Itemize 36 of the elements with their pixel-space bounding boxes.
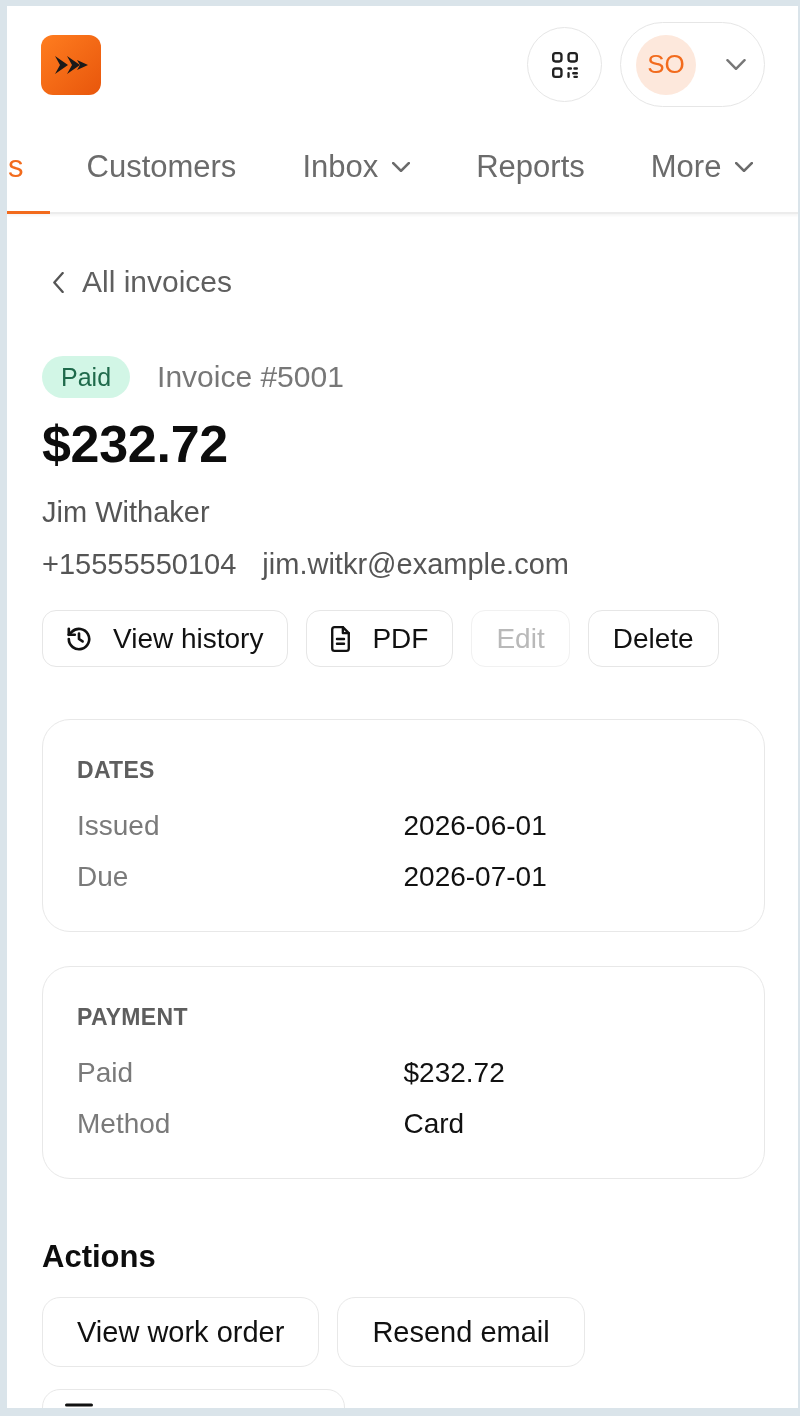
nav-tab[interactable]: Inbox bbox=[273, 121, 440, 214]
customer-phone: +15555550104 bbox=[42, 547, 237, 582]
user-avatar: SO bbox=[636, 34, 696, 95]
card-heading: DATES bbox=[77, 757, 155, 783]
status-badge: Paid bbox=[42, 356, 131, 398]
field-label: Paid bbox=[77, 1057, 134, 1088]
customer-email: jim.witkr@example.com bbox=[262, 547, 569, 582]
action-button[interactable]: View work order bbox=[42, 1297, 320, 1367]
history-icon bbox=[67, 626, 91, 651]
nav-tab[interactable]: s bbox=[7, 121, 50, 214]
section-heading: Actions bbox=[42, 1239, 156, 1274]
document-icon bbox=[331, 625, 351, 652]
field-value: 2026-07-01 bbox=[403, 861, 547, 892]
card-heading: PAYMENT bbox=[77, 1004, 188, 1030]
toolbar-button[interactable]: PDF bbox=[306, 610, 454, 667]
field-label: Issued bbox=[77, 810, 160, 841]
logo-icon bbox=[41, 34, 101, 95]
nav-tab[interactable]: Reports bbox=[447, 121, 614, 214]
invoice-amount: $232.72 bbox=[42, 414, 228, 474]
field-label: Due bbox=[77, 861, 129, 892]
chevron-left-icon bbox=[53, 271, 64, 293]
chevron-down-icon bbox=[726, 59, 746, 70]
back-link[interactable]: All invoices bbox=[53, 262, 233, 302]
field-value: $232.72 bbox=[403, 1057, 505, 1088]
customer-name: Jim Withaker bbox=[42, 496, 210, 528]
field-value: Card bbox=[403, 1108, 465, 1139]
nav-tab[interactable]: More bbox=[621, 121, 783, 214]
field-value: 2026-06-01 bbox=[403, 810, 547, 841]
nav-tab[interactable]: Customers bbox=[57, 121, 266, 214]
qr-code-icon bbox=[551, 51, 578, 78]
toolbar-button[interactable]: Delete bbox=[587, 610, 719, 667]
bar-icon bbox=[65, 1403, 93, 1407]
field-label: Method bbox=[77, 1108, 171, 1139]
toolbar-button[interactable]: View history bbox=[42, 610, 289, 667]
invoice-number: Invoice #5001 bbox=[157, 360, 344, 394]
action-button[interactable]: Resend email bbox=[337, 1297, 585, 1367]
